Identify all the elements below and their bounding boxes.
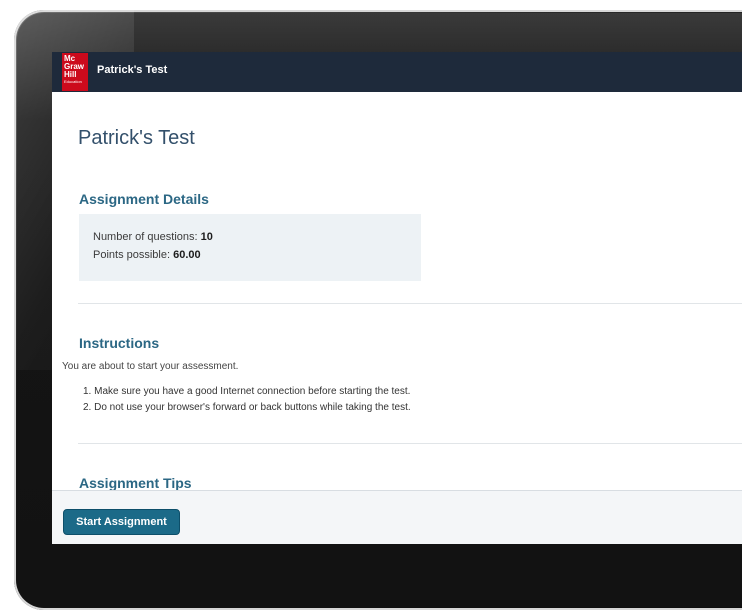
assignment-details-box: Number of questions: 10 Points possible:… <box>79 214 421 281</box>
start-assignment-button[interactable]: Start Assignment <box>63 509 180 535</box>
mcgraw-hill-logo: Mc Graw Hill Education <box>62 53 88 91</box>
instruction-item: 2. Do not use your browser's forward or … <box>83 402 411 413</box>
logo-line-4: Education <box>64 79 82 84</box>
section-divider <box>78 443 742 444</box>
tablet-screen: Mc Graw Hill Education Patrick's Test Pa… <box>52 52 742 544</box>
points-possible-line: Points possible: 60.00 <box>93 249 201 261</box>
footer-bar: Start Assignment <box>52 490 742 544</box>
questions-label: Number of questions: <box>93 231 198 243</box>
top-nav-bar: Mc Graw Hill Education Patrick's Test <box>52 52 742 92</box>
questions-count-line: Number of questions: 10 <box>93 231 213 243</box>
logo-line-3: Hill <box>64 70 77 79</box>
header-title: Patrick's Test <box>97 64 168 76</box>
section-divider <box>78 303 742 304</box>
instructions-lead: You are about to start your assessment. <box>62 361 239 372</box>
points-label: Points possible: <box>93 249 171 261</box>
points-value: 60.00 <box>173 249 201 261</box>
page-title: Patrick's Test <box>78 127 195 149</box>
assignment-tips-heading: Assignment Tips <box>79 475 192 491</box>
questions-value: 10 <box>200 231 213 243</box>
instructions-heading: Instructions <box>79 335 160 351</box>
instruction-item: 1. Make sure you have a good Internet co… <box>83 386 411 397</box>
assignment-details-heading: Assignment Details <box>79 191 209 207</box>
